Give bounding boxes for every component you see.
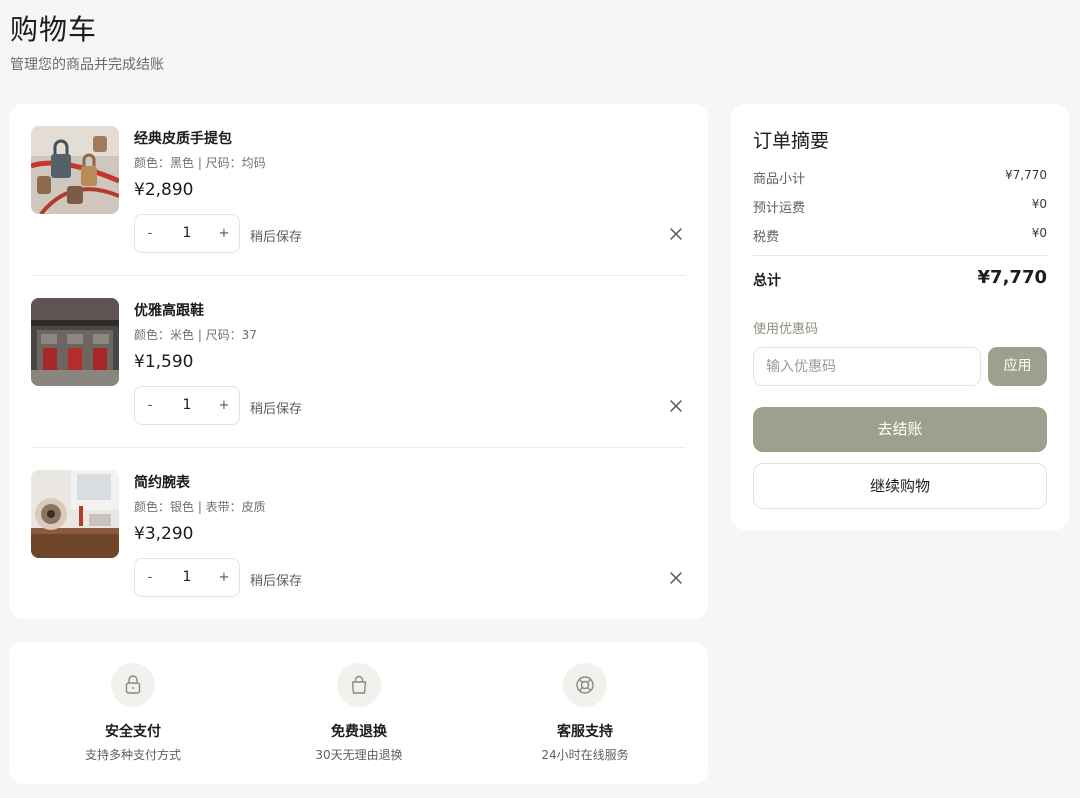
- shipping-value: ¥0: [1031, 197, 1047, 211]
- cart-item: 简约腕表 颜色：银色 | 表带：皮质 ¥3,290 - 1 + 稍后保存: [31, 448, 686, 620]
- summary-title: 订单摘要: [753, 130, 830, 152]
- subtotal-label: 商品小计: [753, 172, 806, 187]
- page-title: 购物车: [10, 13, 98, 46]
- feature-secure-payment: 安全支付 支持多种支付方式: [20, 642, 246, 784]
- tax-value: ¥0: [1031, 226, 1047, 240]
- close-icon: [670, 228, 682, 240]
- quantity-stepper: - 1 +: [134, 214, 240, 253]
- product-variant: 颜色：黑色 | 尺码：均码: [134, 156, 266, 170]
- feature-desc: 24小时在线服务: [541, 748, 629, 762]
- quantity-value[interactable]: 1: [165, 559, 209, 596]
- features-card: 安全支付 支持多种支付方式 免费退换 30天无理由退换 客服支持 24小时在线服…: [9, 642, 708, 784]
- remove-item-button[interactable]: [666, 568, 686, 588]
- coupon-input[interactable]: [753, 347, 981, 386]
- desk-speaker-photo: [31, 470, 119, 558]
- product-price: ¥2,890: [134, 180, 194, 200]
- product-variant: 颜色：米色 | 尺码：37: [134, 328, 257, 342]
- close-icon: [670, 572, 682, 584]
- quantity-value[interactable]: 1: [165, 215, 209, 252]
- save-for-later-button[interactable]: 稍后保存: [250, 398, 302, 417]
- cart-item: 经典皮质手提包 颜色：黑色 | 尺码：均码 ¥2,890 - 1 + 稍后保存: [31, 104, 686, 276]
- feature-desc: 支持多种支付方式: [84, 748, 181, 762]
- quantity-stepper: - 1 +: [134, 386, 240, 425]
- remove-item-button[interactable]: [666, 224, 686, 244]
- coupon-label: 使用优惠码: [753, 322, 819, 337]
- product-image-padlocks[interactable]: [31, 126, 119, 214]
- product-name[interactable]: 优雅高跟鞋: [134, 300, 204, 320]
- lock-icon: [111, 663, 155, 707]
- product-price: ¥1,590: [134, 352, 194, 372]
- quantity-stepper: - 1 +: [134, 558, 240, 597]
- product-variant: 颜色：银色 | 表带：皮质: [134, 500, 266, 514]
- feature-title: 免费退换: [331, 724, 387, 740]
- quantity-value[interactable]: 1: [165, 387, 209, 424]
- product-image-building[interactable]: [31, 298, 119, 386]
- tax-row: 税费 ¥0: [753, 226, 1047, 245]
- summary-divider: [753, 255, 1047, 256]
- remove-item-button[interactable]: [666, 396, 686, 416]
- shipping-label: 预计运费: [753, 201, 806, 216]
- save-for-later-button[interactable]: 稍后保存: [250, 570, 302, 589]
- product-name[interactable]: 经典皮质手提包: [134, 128, 232, 148]
- feature-desc: 30天无理由退换: [315, 748, 403, 762]
- product-name[interactable]: 简约腕表: [134, 472, 190, 492]
- continue-shopping-button[interactable]: 继续购物: [753, 463, 1047, 509]
- subtotal-row: 商品小计 ¥7,770: [753, 168, 1047, 187]
- order-summary-card: 订单摘要 商品小计 ¥7,770 预计运费 ¥0 税费 ¥0 总计 ¥7,770…: [731, 104, 1069, 530]
- save-for-later-button[interactable]: 稍后保存: [250, 226, 302, 245]
- shipping-row: 预计运费 ¥0: [753, 197, 1047, 216]
- apply-coupon-button[interactable]: 应用: [988, 347, 1047, 386]
- feature-customer-support: 客服支持 24小时在线服务: [472, 642, 698, 784]
- product-price: ¥3,290: [134, 524, 194, 544]
- cart-item: 优雅高跟鞋 颜色：米色 | 尺码：37 ¥1,590 - 1 + 稍后保存: [31, 276, 686, 448]
- page-subtitle: 管理您的商品并完成结账: [10, 57, 164, 73]
- increase-quantity-button[interactable]: +: [209, 387, 239, 424]
- increase-quantity-button[interactable]: +: [209, 559, 239, 596]
- total-value: ¥7,770: [977, 267, 1047, 288]
- cart-page: 购物车 管理您的商品并完成结账 经典皮质手提包 颜色：黑色 | 尺码：均码 ¥2…: [0, 0, 1080, 798]
- tax-label: 税费: [753, 230, 780, 245]
- building-facade-photo: [31, 298, 119, 386]
- decrease-quantity-button[interactable]: -: [135, 387, 165, 424]
- close-icon: [670, 400, 682, 412]
- subtotal-value: ¥7,770: [1005, 168, 1047, 182]
- cart-items-card: 经典皮质手提包 颜色：黑色 | 尺码：均码 ¥2,890 - 1 + 稍后保存: [9, 104, 708, 619]
- checkout-button[interactable]: 去结账: [753, 407, 1047, 452]
- shopping-bag-icon: [337, 663, 381, 707]
- product-image-desk[interactable]: [31, 470, 119, 558]
- feature-free-returns: 免费退换 30天无理由退换: [246, 642, 472, 784]
- decrease-quantity-button[interactable]: -: [135, 215, 165, 252]
- feature-title: 客服支持: [557, 724, 613, 740]
- decrease-quantity-button[interactable]: -: [135, 559, 165, 596]
- increase-quantity-button[interactable]: +: [209, 215, 239, 252]
- total-label: 总计: [753, 273, 781, 289]
- lifebuoy-icon: [563, 663, 607, 707]
- feature-title: 安全支付: [105, 724, 161, 740]
- padlocks-photo: [31, 126, 119, 214]
